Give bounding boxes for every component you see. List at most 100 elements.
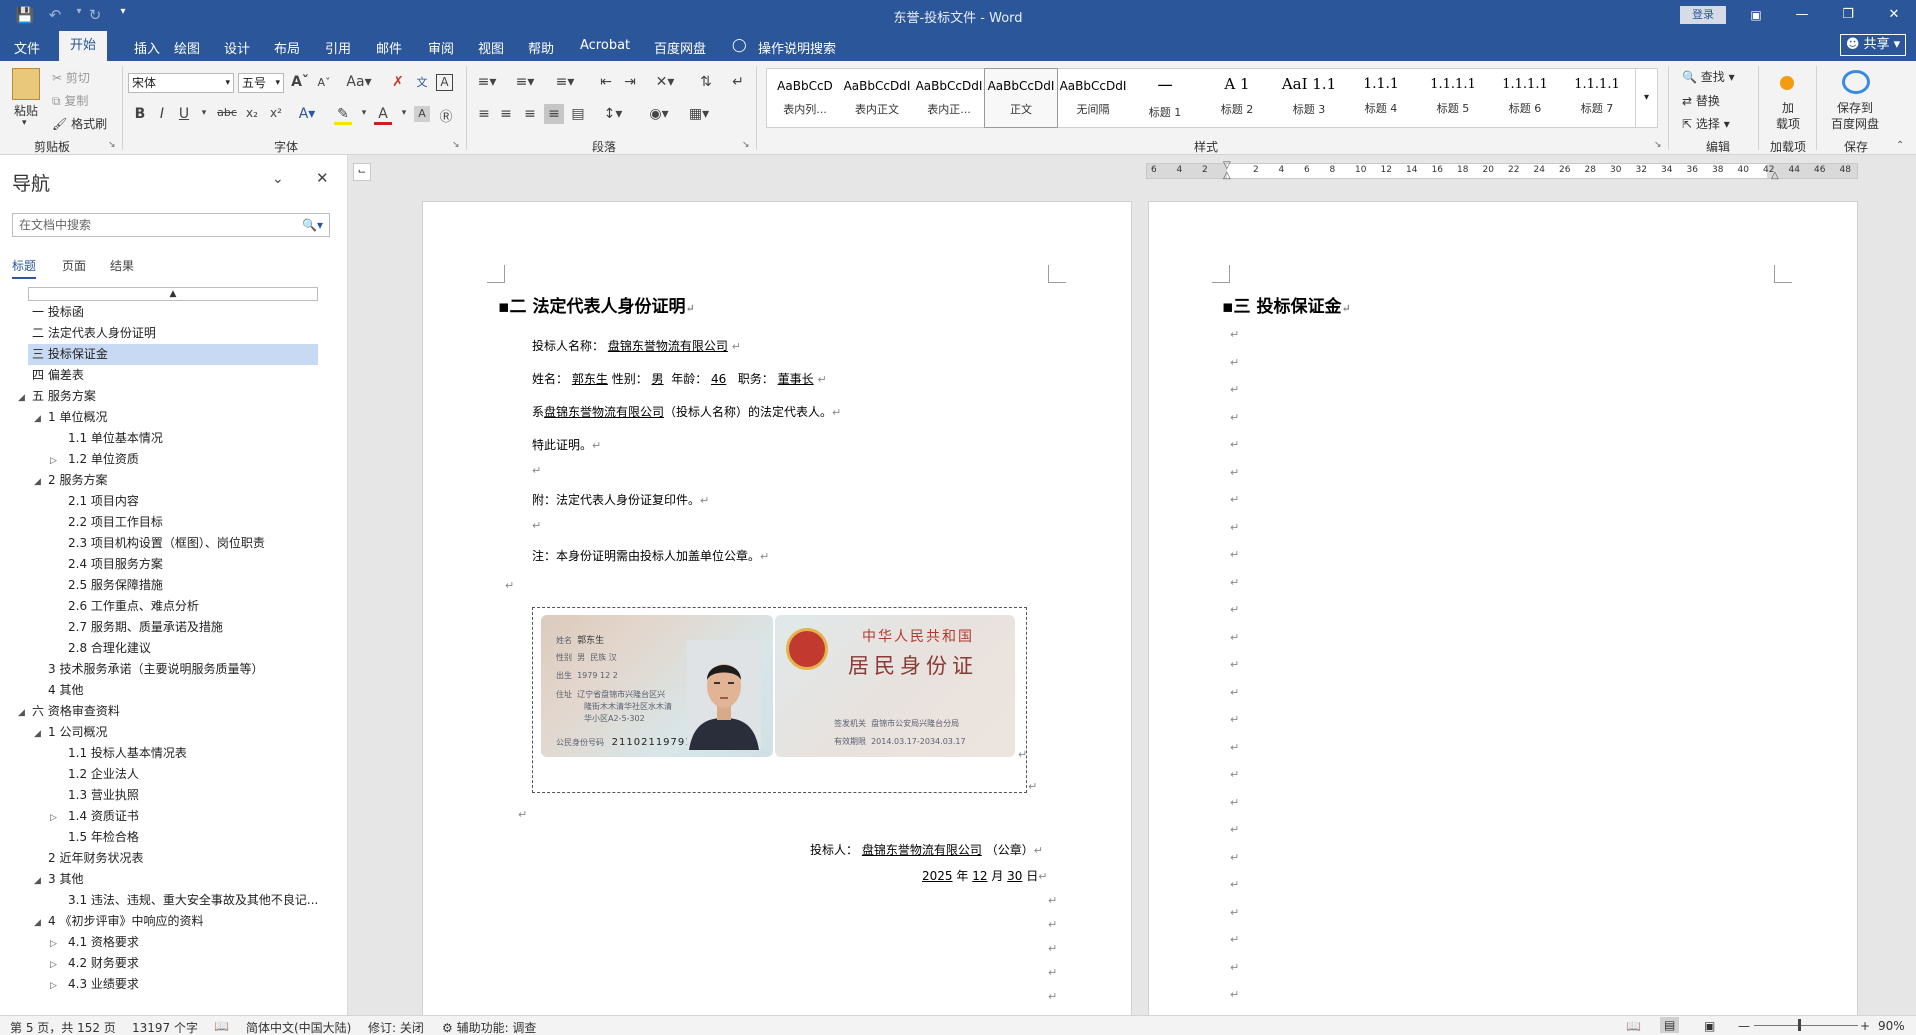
style-heading-1[interactable]: 一标题 1 [1129, 69, 1201, 127]
nav-heading-item[interactable]: 1.1 投标人基本情况表 [28, 743, 318, 764]
align-center-icon[interactable]: ≡ [496, 106, 516, 122]
nav-heading-item[interactable]: 四 偏差表 [28, 365, 318, 386]
expand-toggle-icon[interactable]: ▷ [50, 976, 62, 997]
nav-heading-item[interactable]: 1.3 营业执照 [28, 785, 318, 806]
proofing-icon[interactable]: 📖 [214, 1019, 229, 1033]
nav-heading-item[interactable]: ◢ 3 其他 [28, 869, 318, 890]
font-launcher-icon[interactable]: ↘ [452, 140, 460, 150]
certify-line[interactable]: 特此证明。↵ [532, 436, 601, 453]
save-to-netdisk-button[interactable]: 保存到 百度网盘 [1824, 100, 1886, 132]
nav-heading-item[interactable]: 1.5 年检合格 [28, 827, 318, 848]
increase-indent-icon[interactable]: ⇥ [620, 74, 640, 90]
nav-heading-item[interactable]: 3 技术服务承诺（主要说明服务质量等） [28, 659, 318, 680]
addins-icon[interactable] [1780, 76, 1794, 90]
collapse-ribbon-icon[interactable]: ⌃ [1896, 140, 1904, 151]
tab-layout[interactable]: 布局 [274, 38, 300, 57]
nav-heading-item[interactable]: 2.3 项目机构设置（框图）、岗位职责 [28, 533, 318, 554]
zoom-in-icon[interactable]: + [1860, 1019, 1870, 1033]
font-color-icon[interactable]: A [374, 106, 392, 125]
expand-toggle-icon[interactable]: ▷ [50, 451, 62, 472]
change-case-icon[interactable]: Aa▾ [344, 74, 374, 90]
load-addins-button[interactable]: 加 载项 [1772, 100, 1804, 132]
collapse-toggle-icon[interactable]: ◢ [18, 703, 30, 724]
collapse-toggle-icon[interactable]: ◢ [34, 871, 46, 892]
login-button[interactable]: 登录 [1680, 6, 1726, 24]
font-size-combo[interactable]: 五号 ▾ [238, 73, 284, 93]
nav-heading-item[interactable]: 2.1 项目内容 [28, 491, 318, 512]
accessibility-status[interactable]: ⚙ 辅助功能: 调查 [442, 1019, 536, 1035]
strikethrough-icon[interactable]: abc [214, 106, 240, 119]
character-border-icon[interactable]: A [436, 74, 453, 91]
collapse-toggle-icon[interactable]: ◢ [34, 724, 46, 745]
style-heading-7[interactable]: 1.1.1.1 标题 7 [1561, 69, 1633, 127]
multilevel-list-icon[interactable]: ≡▾ [552, 74, 578, 90]
collapse-toggle-icon[interactable]: ◢ [34, 913, 46, 934]
nav-heading-item[interactable]: 2.7 服务期、质量承诺及措施 [28, 617, 318, 638]
align-right-icon[interactable]: ≡ [520, 106, 540, 122]
nav-heading-item[interactable]: 1.2 企业法人 [28, 764, 318, 785]
tab-selector-icon[interactable]: ⌙ [353, 163, 371, 181]
style-heading-4[interactable]: 1.1.1 标题 4 [1345, 69, 1417, 127]
minimize-button[interactable]: — [1782, 3, 1822, 27]
cut-button[interactable]: ✂ 剪切 [52, 69, 90, 86]
tab-acrobat[interactable]: Acrobat [580, 38, 630, 53]
web-layout-icon[interactable]: ▣ [1704, 1019, 1715, 1033]
tab-home[interactable]: 开始 [59, 31, 107, 61]
clear-formatting-icon[interactable]: ✗ [388, 74, 408, 90]
bullets-icon[interactable]: ≡▾ [474, 74, 500, 90]
nav-heading-item[interactable]: 二 法定代表人身份证明 [28, 323, 318, 344]
align-left-icon[interactable]: ≡ [474, 106, 494, 122]
nav-heading-item[interactable]: ◢ 五 服务方案 [18, 386, 318, 407]
collapse-toggle-icon[interactable]: ◢ [18, 388, 30, 409]
chinese-layout-icon[interactable]: ✕▾ [652, 74, 678, 90]
zoom-slider-track[interactable] [1754, 1025, 1858, 1026]
superscript-icon[interactable]: x² [266, 106, 286, 120]
attachment-line[interactable]: 附：法定代表人身份证复印件。↵ [532, 491, 709, 508]
paste-dropdown-icon[interactable]: ▾ [22, 118, 27, 128]
restore-button[interactable]: ❐ [1828, 3, 1868, 27]
nav-tab-pages[interactable]: 页面 [62, 257, 86, 274]
find-button[interactable]: 🔍 查找 ▾ [1682, 68, 1735, 85]
nav-options-icon[interactable]: ⌄ [272, 171, 284, 187]
expand-toggle-icon[interactable]: ▷ [50, 934, 62, 955]
styles-launcher-icon[interactable]: ↘ [1654, 140, 1662, 150]
style-no-spacing[interactable]: AaBbCcDdI 无间隔 [1057, 69, 1129, 127]
style-heading-5[interactable]: 1.1.1.1 标题 5 [1417, 69, 1489, 127]
representative-line[interactable]: 系盘锦东誉物流有限公司（投标人名称）的法定代表人。↵ [532, 403, 841, 420]
expand-toggle-icon[interactable]: ▷ [50, 808, 62, 829]
shrink-font-icon[interactable]: Aˇ [314, 76, 334, 89]
paste-button[interactable]: 粘贴 [14, 102, 38, 119]
tab-design[interactable]: 设计 [224, 38, 250, 57]
tab-insert[interactable]: 插入 [134, 38, 160, 57]
nav-heading-item[interactable]: ▷ 1.2 单位资质 [28, 449, 318, 470]
tab-help[interactable]: 帮助 [528, 38, 554, 57]
font-color-dropdown-icon[interactable]: ▾ [394, 108, 414, 118]
tab-review[interactable]: 审阅 [428, 38, 454, 57]
tab-references[interactable]: 引用 [325, 38, 351, 57]
tell-me-search[interactable]: 操作说明搜索 [758, 38, 836, 57]
nav-tab-results[interactable]: 结果 [110, 257, 134, 274]
nav-heading-item[interactable]: ▷ 1.4 资质证书 [28, 806, 318, 827]
nav-heading-item[interactable]: 4 其他 [28, 680, 318, 701]
collapse-toggle-icon[interactable]: ◢ [34, 409, 46, 430]
zoom-level[interactable]: 90% [1878, 1019, 1905, 1033]
highlight-icon[interactable]: ✎ [334, 106, 352, 125]
distributed-icon[interactable]: ▤ [568, 106, 588, 122]
person-line[interactable]: 姓名： 郭东生 性别： 男 年龄： 46 职务： 董事长 ↵ [532, 370, 827, 387]
style-normal[interactable]: AaBbCcDdI 正文 [984, 68, 1058, 128]
share-button[interactable]: ☻ 共享 ▾ [1840, 34, 1906, 56]
nav-search-input[interactable]: 在文档中搜索 🔍▾ [12, 213, 330, 237]
language-status[interactable]: 简体中文(中国大陆) [246, 1019, 351, 1035]
style-heading-3[interactable]: AaI 1.1 标题 3 [1273, 69, 1345, 127]
decrease-indent-icon[interactable]: ⇤ [596, 74, 616, 90]
bidder-line[interactable]: 投标人名称： 盘锦东誉物流有限公司 ↵ [532, 337, 741, 354]
grow-font-icon[interactable]: Aˇ [290, 74, 310, 90]
ribbon-display-icon[interactable]: ▣ [1736, 3, 1776, 27]
numbering-icon[interactable]: ≡▾ [512, 74, 538, 90]
close-button[interactable]: ✕ [1874, 3, 1914, 27]
show-marks-icon[interactable]: ↵ [728, 74, 748, 90]
section-heading-3[interactable]: ▪三 投标保证金↵ [1222, 292, 1351, 317]
nav-heading-item[interactable]: ◢ 4 《初步评审》中响应的资料 [28, 911, 318, 932]
nav-heading-item[interactable]: ◢ 六 资格审查资料 [18, 701, 318, 722]
collapse-toggle-icon[interactable]: ◢ [34, 472, 46, 493]
